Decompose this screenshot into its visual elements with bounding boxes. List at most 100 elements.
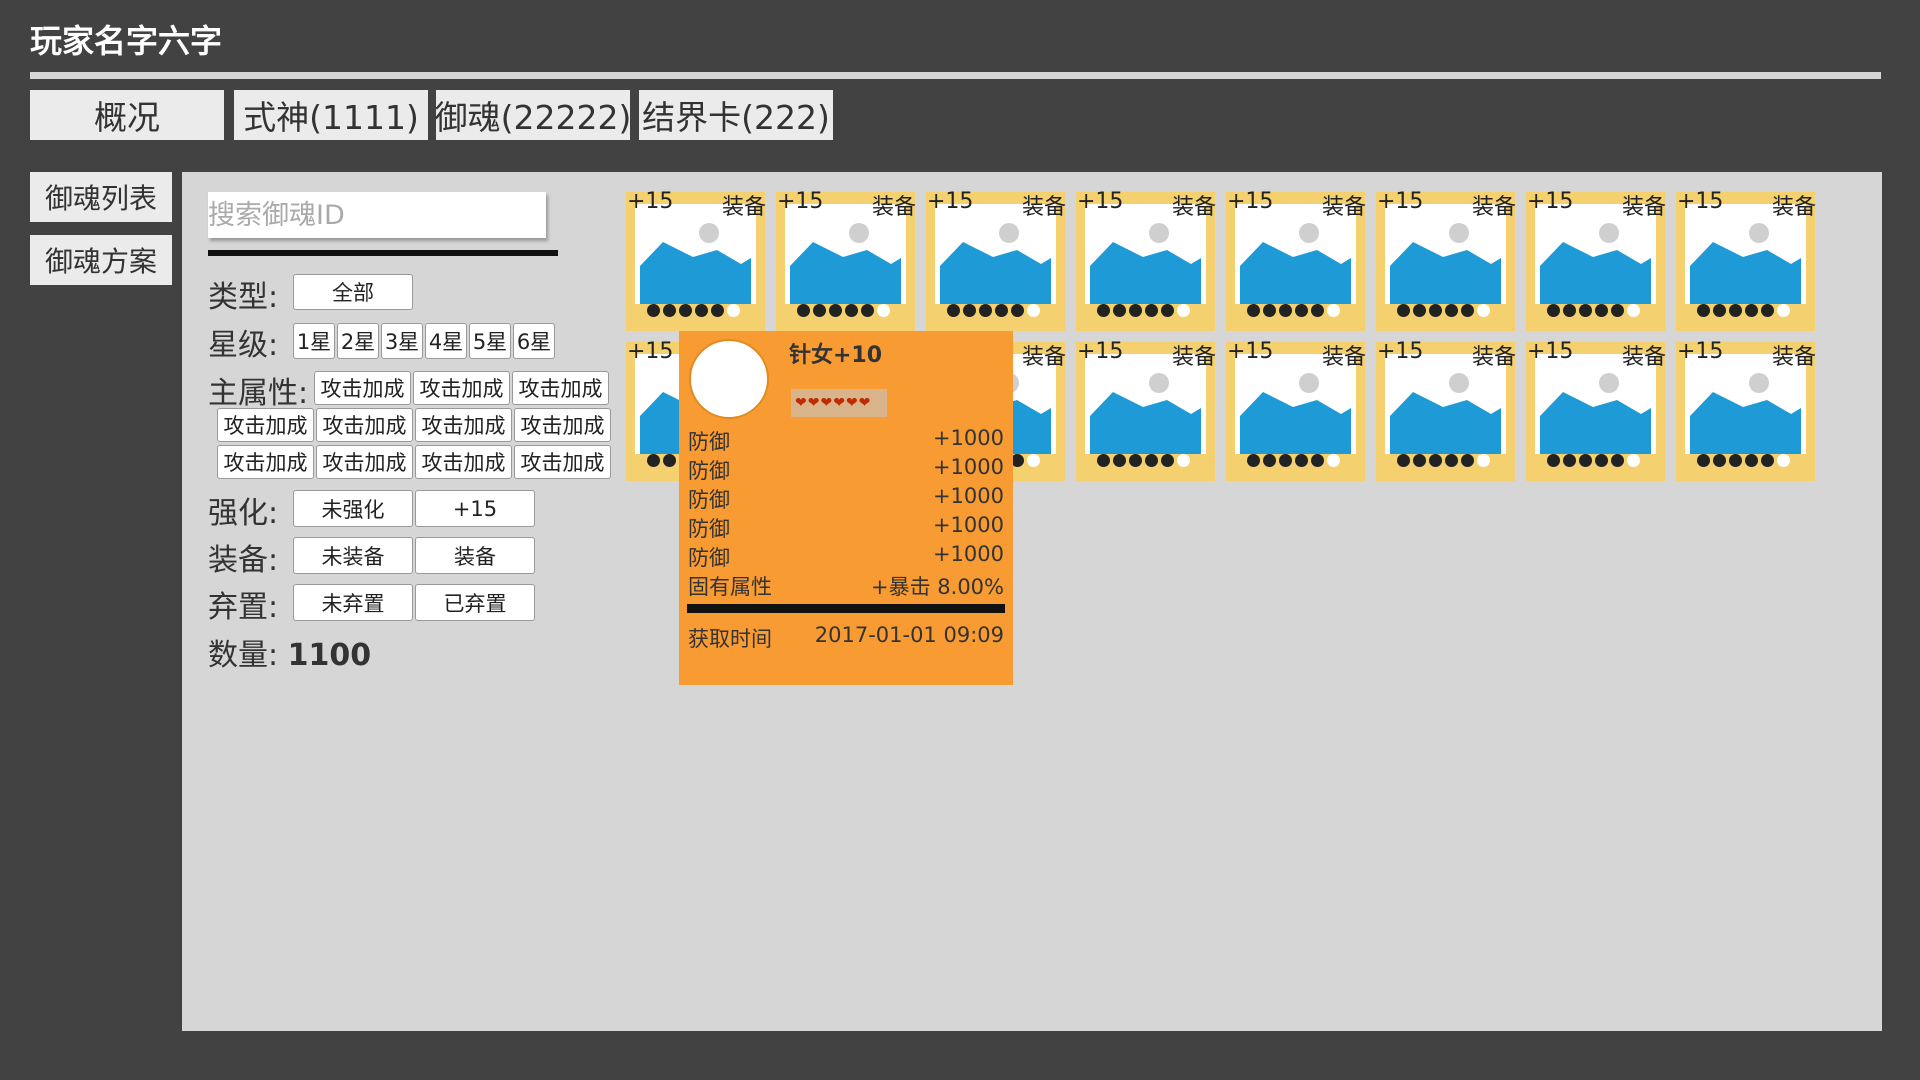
mitama-card[interactable]: +15 装备: [776, 189, 916, 331]
card-star-rating: [947, 304, 1040, 320]
card-equip-status: 装备: [871, 195, 916, 220]
filter-unequipped-button[interactable]: 未装备: [293, 537, 413, 574]
card-star-rating: [1097, 454, 1190, 470]
stat-row: 防御 +1000: [688, 513, 1004, 543]
star-filled-icon: [663, 304, 676, 317]
card-equip-status: 装备: [1021, 345, 1066, 370]
stat-name: 防御: [688, 546, 730, 570]
filter-main-attr-button[interactable]: 攻击加成: [512, 371, 609, 405]
stat-value: +1000: [932, 484, 1004, 508]
card-equip-status: 装备: [1621, 345, 1666, 370]
stat-name: 防御: [688, 517, 730, 541]
mitama-card[interactable]: +15 装备: [626, 189, 766, 331]
card-level: +15: [1377, 339, 1424, 364]
star-filled-icon: [1311, 454, 1324, 467]
mitama-card[interactable]: +15 装备: [1676, 339, 1816, 481]
card-level: +15: [1227, 189, 1274, 214]
filter-type-all-button[interactable]: 全部: [293, 274, 413, 310]
card-star-rating: [1547, 454, 1640, 470]
stat-name: 防御: [688, 459, 730, 483]
filter-not-discarded-button[interactable]: 未弃置: [293, 584, 413, 621]
tab-shikigami[interactable]: 式神(1111): [234, 90, 428, 140]
tab-barrier-card[interactable]: 结界卡(222): [639, 90, 833, 140]
mitama-card[interactable]: +15 装备: [926, 189, 1066, 331]
filter-main-attr-button[interactable]: 攻击加成: [514, 408, 611, 442]
card-equip-status: 装备: [1321, 195, 1366, 220]
filter-star-6-button[interactable]: 6星: [513, 323, 555, 359]
star-filled-icon: [695, 304, 708, 317]
filter-enhance-label: 强化:: [208, 496, 279, 531]
filter-main-attr-button[interactable]: 攻击加成: [413, 371, 510, 405]
filter-main-attr-button[interactable]: 攻击加成: [316, 408, 413, 442]
star-filled-icon: [1579, 304, 1592, 317]
search-input[interactable]: [208, 192, 546, 238]
star-filled-icon: [1247, 304, 1260, 317]
card-star-rating: [1697, 454, 1790, 470]
star-filled-icon: [1445, 304, 1458, 317]
filter-main-attr-button[interactable]: 攻击加成: [316, 445, 413, 479]
count-label: 数量:: [208, 638, 279, 673]
star-filled-icon: [1263, 454, 1276, 467]
star-filled-icon: [1697, 304, 1710, 317]
star-filled-icon: [1295, 304, 1308, 317]
filter-main-attr-button[interactable]: 攻击加成: [314, 371, 411, 405]
star-filled-icon: [1161, 454, 1174, 467]
acquire-label: 获取时间: [688, 627, 772, 651]
sidenav-mitama-list[interactable]: 御魂列表: [30, 172, 172, 222]
stat-row: 防御 +1000: [688, 542, 1004, 572]
mitama-card[interactable]: +15 装备: [1526, 189, 1666, 331]
star-filled-icon: [1729, 304, 1742, 317]
mitama-card[interactable]: +15 装备: [1376, 339, 1516, 481]
filter-main-attr-button[interactable]: 攻击加成: [415, 408, 512, 442]
star-filled-icon: [1429, 304, 1442, 317]
filter-discard-label: 弃置:: [208, 590, 279, 625]
filter-main-attr-button[interactable]: 攻击加成: [415, 445, 512, 479]
star-filled-icon: [1145, 304, 1158, 317]
star-filled-icon: [1563, 454, 1576, 467]
card-equip-status: 装备: [1471, 345, 1516, 370]
sidenav-mitama-plan[interactable]: 御魂方案: [30, 235, 172, 285]
filter-unenhanced-button[interactable]: 未强化: [293, 490, 413, 527]
filter-star-1-button[interactable]: 1星: [293, 323, 335, 359]
mitama-card[interactable]: +15 装备: [1226, 339, 1366, 481]
stat-value: +1000: [932, 455, 1004, 479]
star-filled-icon: [1413, 304, 1426, 317]
mitama-card[interactable]: +15 装备: [1076, 189, 1216, 331]
star-icon: ❤: [858, 395, 871, 411]
tab-mitama[interactable]: 御魂(22222): [435, 90, 631, 140]
tab-overview[interactable]: 概况: [30, 90, 224, 140]
star-filled-icon: [963, 304, 976, 317]
filter-star-3-button[interactable]: 3星: [381, 323, 423, 359]
mitama-card[interactable]: +15 装备: [1676, 189, 1816, 331]
star-icon: ❤: [833, 395, 845, 411]
star-filled-icon: [1097, 304, 1110, 317]
filter-equipped-button[interactable]: 装备: [415, 537, 535, 574]
filter-star-2-button[interactable]: 2星: [337, 323, 379, 359]
acquire-time: 2017-01-01 09:09: [814, 623, 1004, 647]
tooltip-star-rating: ❤ ❤ ❤ ❤ ❤ ❤: [791, 389, 887, 417]
filter-discarded-button[interactable]: 已弃置: [415, 584, 535, 621]
star-filled-icon: [1595, 304, 1608, 317]
star-filled-icon: [1279, 304, 1292, 317]
card-equip-status: 装备: [721, 195, 766, 220]
star-filled-icon: [1713, 454, 1726, 467]
card-equip-status: 装备: [1621, 195, 1666, 220]
mitama-card[interactable]: +15 装备: [1376, 189, 1516, 331]
filter-main-attr-button[interactable]: 攻击加成: [217, 408, 314, 442]
star-filled-icon: [947, 304, 960, 317]
card-level: +15: [627, 339, 674, 364]
star-icon: ❤: [820, 395, 833, 411]
mitama-card[interactable]: +15 装备: [1526, 339, 1666, 481]
filter-main-attr-button[interactable]: 攻击加成: [514, 445, 611, 479]
filter-star-4-button[interactable]: 4星: [425, 323, 467, 359]
star-filled-icon: [813, 304, 826, 317]
filter-main-attr-button[interactable]: 攻击加成: [217, 445, 314, 479]
star-filled-icon: [829, 304, 842, 317]
filter-type-label: 类型:: [208, 280, 279, 315]
filter-plus15-button[interactable]: +15: [415, 490, 535, 527]
mitama-card[interactable]: +15 装备: [1076, 339, 1216, 481]
card-level: +15: [1677, 189, 1724, 214]
card-level: +15: [1527, 189, 1574, 214]
mitama-card[interactable]: +15 装备: [1226, 189, 1366, 331]
filter-star-5-button[interactable]: 5星: [469, 323, 511, 359]
